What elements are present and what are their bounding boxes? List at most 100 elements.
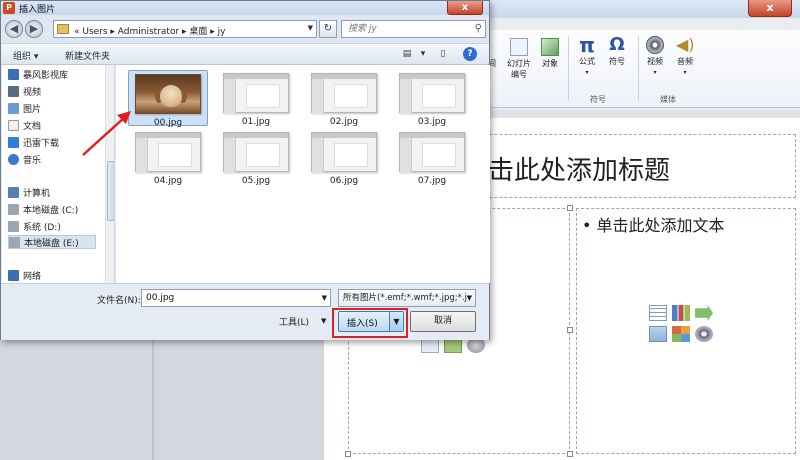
resize-handle[interactable]: [345, 451, 351, 457]
nav-item-label: 暴风影视库: [23, 70, 69, 81]
picture-icon[interactable]: [649, 326, 667, 342]
chevron-down-icon[interactable]: ▼: [308, 24, 313, 32]
nav-item-pictures[interactable]: 图片: [8, 101, 41, 115]
tools-button[interactable]: 工具(L): [279, 315, 309, 328]
insert-picture-dialog: P 插入图片 x ◀ ▶ « Users ▸ Administrator ▸ 桌…: [0, 0, 490, 340]
documents-icon: [8, 119, 19, 131]
nav-item-drive-c[interactable]: 本地磁盘 (C:): [8, 202, 78, 216]
nav-item-videos[interactable]: 视频: [8, 84, 41, 98]
nav-item-drive-e[interactable]: 本地磁盘 (E:): [8, 235, 96, 249]
refresh-button[interactable]: ↻: [319, 20, 337, 38]
filename-field[interactable]: ▼: [141, 289, 331, 307]
chevron-down-icon[interactable]: ▼: [467, 290, 472, 306]
nav-item-drive-d[interactable]: 系统 (D:): [8, 219, 61, 233]
screenshot-thumbnail: [311, 73, 377, 114]
forward-button[interactable]: ▶: [25, 20, 43, 38]
back-button[interactable]: ◀: [5, 20, 23, 38]
nav-item-video-library[interactable]: 暴风影视库: [8, 67, 68, 81]
object-button[interactable]: 对象: [538, 38, 562, 69]
file-thumbnail[interactable]: 00.jpg: [128, 70, 208, 128]
screenshot-thumbnail: [399, 73, 465, 114]
video-button[interactable]: 视频 ▾: [642, 36, 668, 78]
screenshot-thumbnail: [223, 132, 289, 173]
ribbon-button-label: 视频: [647, 57, 663, 66]
nav-item-label: 视频: [23, 87, 42, 98]
video-icon: [8, 85, 19, 97]
file-thumbnail[interactable]: 07.jpg: [392, 129, 472, 186]
powerpoint-icon: P: [3, 2, 15, 14]
resize-handle[interactable]: [567, 327, 573, 333]
resize-handle[interactable]: [567, 205, 573, 211]
file-name: 04.jpg: [153, 176, 183, 186]
annotation-highlight-box: [332, 308, 408, 338]
filename-input[interactable]: [142, 290, 314, 306]
file-thumbnail[interactable]: 04.jpg: [128, 129, 208, 186]
drive-icon: [8, 203, 19, 215]
chevron-down-icon[interactable]: ▼: [321, 317, 326, 325]
title-placeholder-text[interactable]: 击此处添加标题: [488, 150, 670, 187]
breadcrumb[interactable]: « Users ▸ Administrator ▸ 桌面 ▸ jy: [74, 24, 225, 37]
media-clip-icon[interactable]: [695, 326, 713, 342]
body-placeholder-text[interactable]: • 单击此处添加文本: [582, 212, 725, 236]
smartart-icon[interactable]: [695, 305, 713, 321]
dog-photo-thumbnail: [135, 74, 201, 114]
slide-number-button[interactable]: 幻灯片 编号: [504, 38, 534, 80]
ribbon-separator: [568, 36, 569, 100]
nav-item-network[interactable]: 网络: [8, 268, 41, 282]
equation-button[interactable]: π 公式 ▾: [574, 35, 600, 78]
dialog-close-button[interactable]: x: [447, 1, 483, 15]
nav-item-label: 文档: [23, 121, 42, 132]
audio-icon: ◀): [676, 35, 695, 54]
nav-scrollbar[interactable]: [105, 65, 114, 283]
scrollbar-thumb[interactable]: [107, 161, 114, 221]
search-input[interactable]: [342, 21, 462, 37]
cancel-button[interactable]: 取消: [410, 311, 476, 332]
view-options-icon[interactable]: ▤: [399, 47, 415, 61]
dialog-title: 插入图片: [19, 5, 56, 15]
back-arrow-icon: ◀: [9, 22, 19, 35]
nav-item-downloads[interactable]: 迅雷下载: [8, 135, 59, 149]
network-icon: [8, 269, 19, 281]
file-thumbnail[interactable]: 06.jpg: [304, 129, 384, 186]
pane-divider[interactable]: [152, 340, 154, 460]
file-thumbnail[interactable]: 01.jpg: [216, 70, 296, 127]
chart-icon[interactable]: [672, 305, 690, 321]
clip-art-icon[interactable]: [672, 326, 690, 342]
table-icon[interactable]: [649, 305, 667, 321]
new-folder-button[interactable]: 新建文件夹: [65, 49, 110, 62]
file-thumbnail[interactable]: 02.jpg: [304, 70, 384, 127]
forward-arrow-icon: ▶: [29, 22, 39, 35]
symbol-button[interactable]: Ω 符号: [604, 36, 630, 67]
insert-content-icons: [649, 305, 713, 342]
audio-button[interactable]: ◀) 音频 ▾: [672, 36, 698, 78]
nav-item-music[interactable]: 音乐: [8, 152, 41, 166]
search-box[interactable]: ⚲: [341, 20, 486, 38]
search-icon[interactable]: ⚲: [475, 23, 482, 34]
file-thumbnail[interactable]: 05.jpg: [216, 129, 296, 186]
address-bar[interactable]: « Users ▸ Administrator ▸ 桌面 ▸ jy ▼: [53, 20, 317, 38]
nav-item-computer[interactable]: 计算机: [8, 185, 50, 199]
organize-button[interactable]: 组织 ▾: [13, 49, 38, 62]
content-placeholder-right[interactable]: [576, 208, 796, 454]
drive-icon: [8, 220, 19, 232]
object-icon: [541, 38, 559, 56]
dialog-title-bar[interactable]: P 插入图片 x: [1, 1, 489, 15]
chevron-down-icon[interactable]: ▾: [415, 47, 431, 61]
nav-item-label: 本地磁盘 (E:): [24, 238, 79, 249]
video-library-icon: [8, 68, 19, 80]
nav-item-label: 图片: [23, 104, 42, 115]
symbol-group-label: 符号: [590, 95, 606, 104]
nav-item-label: 计算机: [23, 188, 51, 199]
nav-item-documents[interactable]: 文档: [8, 118, 41, 132]
chevron-down-icon[interactable]: ▼: [322, 294, 327, 302]
resize-handle[interactable]: [567, 451, 573, 457]
help-icon[interactable]: ?: [463, 47, 477, 61]
folder-icon: [57, 24, 69, 34]
file-name: 02.jpg: [329, 117, 359, 127]
file-type-filter[interactable]: 所有图片(*.emf;*.wmf;*.jpg;*.j ▼: [338, 289, 476, 307]
video-icon: [646, 36, 664, 54]
ppt-close-button[interactable]: x: [748, 0, 792, 17]
preview-pane-icon[interactable]: ▯: [435, 47, 451, 61]
file-thumbnail[interactable]: 03.jpg: [392, 70, 472, 127]
ribbon-button-label: 音频: [677, 57, 693, 66]
